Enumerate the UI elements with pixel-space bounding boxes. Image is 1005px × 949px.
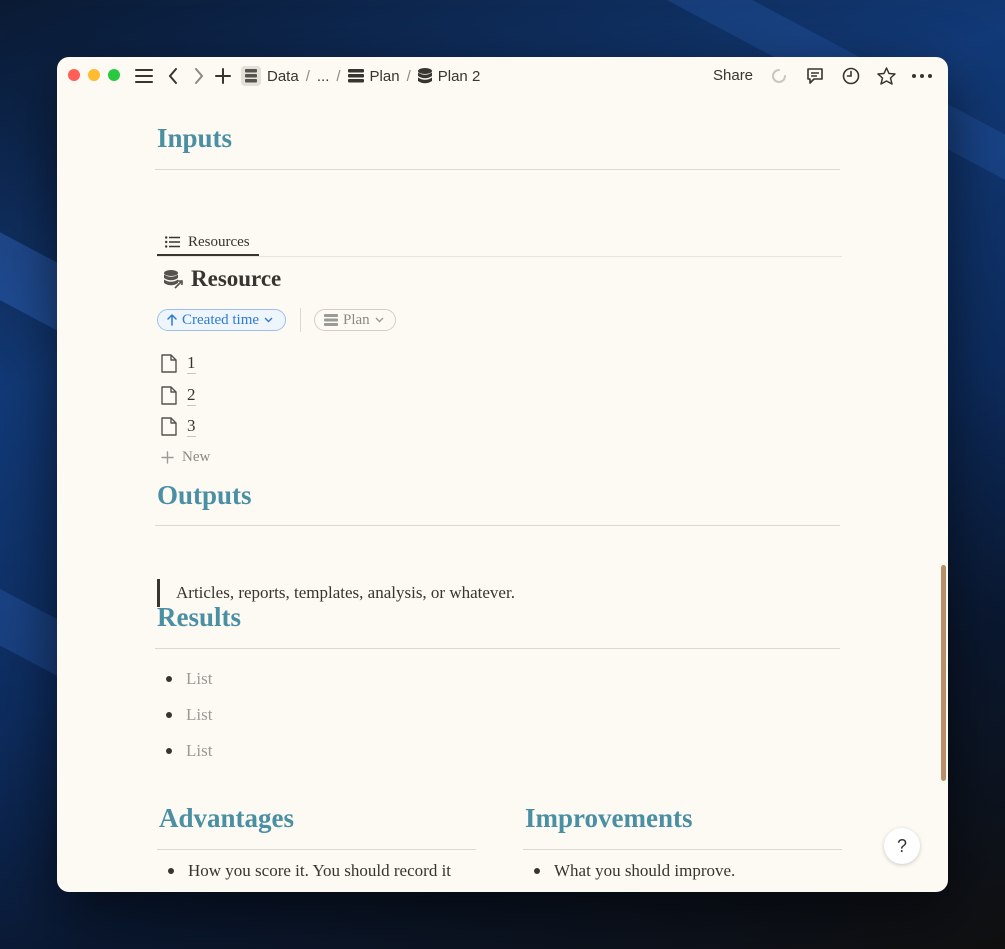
breadcrumb-ellipsis[interactable]: ... <box>317 68 330 85</box>
minimize-window-button[interactable] <box>88 69 100 81</box>
bulleted-list-item[interactable]: How you score it. You should record it <box>168 861 451 881</box>
database-title-label: Resource <box>191 266 282 291</box>
ellipsis-icon[interactable] <box>911 66 933 86</box>
chevron-left-icon[interactable] <box>165 66 181 86</box>
zoom-window-button[interactable] <box>108 69 120 81</box>
bullet-dot <box>168 868 174 874</box>
bulleted-list-item[interactable]: List <box>166 741 212 761</box>
bullet-dot <box>166 748 172 754</box>
chevron-down-icon <box>375 317 384 323</box>
divider <box>157 849 476 850</box>
list-item-title: 3 <box>187 416 196 437</box>
close-window-button[interactable] <box>68 69 80 81</box>
hamburger-icon[interactable] <box>134 66 154 86</box>
breadcrumb-data[interactable]: Data <box>241 66 299 86</box>
breadcrumb-plan[interactable]: Plan <box>347 67 400 85</box>
bullet-dot <box>166 712 172 718</box>
chevron-down-icon <box>264 317 273 323</box>
results-heading: Results <box>157 602 242 632</box>
title-bar: Data / ... / Plan / Plan 2 Share <box>57 57 948 95</box>
sort-chip-created-time[interactable]: Created time <box>157 309 286 331</box>
list-item-title: 1 <box>187 353 196 374</box>
divider <box>523 849 842 850</box>
notion-window: Data / ... / Plan / Plan 2 Share Inputs … <box>57 57 948 892</box>
bullet-text: List <box>186 741 213 760</box>
tab-resources[interactable]: Resources <box>157 227 258 257</box>
outputs-heading: Outputs <box>157 480 252 510</box>
table-database-icon <box>347 69 364 83</box>
divider <box>155 169 840 170</box>
page-content: Inputs Resources Resource Created time P… <box>57 95 948 892</box>
new-row-label: New <box>182 449 211 465</box>
breadcrumb: Data / ... / Plan / Plan 2 <box>241 66 480 86</box>
bullet-text: How you score it. You should record it <box>188 861 452 880</box>
document-icon <box>161 354 177 373</box>
advantages-heading: Advantages <box>159 803 295 833</box>
spinner-icon <box>770 66 788 86</box>
share-button[interactable]: Share <box>713 67 753 84</box>
breadcrumb-separator: / <box>336 67 341 85</box>
breadcrumb-separator: / <box>305 67 310 85</box>
breadcrumb-label: Plan <box>369 67 400 85</box>
tab-label: Resources <box>188 233 250 250</box>
database-icon <box>417 68 432 84</box>
plus-icon[interactable] <box>213 66 233 86</box>
breadcrumb-separator: / <box>406 67 411 85</box>
bulleted-list-item[interactable]: List <box>166 669 212 689</box>
divider <box>155 525 840 526</box>
breadcrumb-label: Data <box>267 67 299 85</box>
new-row-button[interactable]: New <box>161 449 210 466</box>
linked-database-icon <box>163 269 183 289</box>
divider <box>155 648 840 649</box>
chevron-right-icon[interactable] <box>191 66 207 86</box>
improvements-heading: Improvements <box>525 803 693 833</box>
table-database-icon <box>241 66 261 86</box>
divider <box>157 256 842 257</box>
table-database-icon <box>324 314 338 326</box>
star-icon[interactable] <box>876 66 896 86</box>
comment-icon[interactable] <box>805 66 825 86</box>
clock-icon[interactable] <box>841 66 861 86</box>
list-item[interactable]: 2 <box>161 385 196 406</box>
document-icon <box>161 417 177 436</box>
breadcrumb-plan-2[interactable]: Plan 2 <box>417 67 481 85</box>
list-item-title: 2 <box>187 385 196 406</box>
scrollbar-thumb[interactable] <box>941 565 946 781</box>
sort-chip-label: Created time <box>182 311 260 328</box>
chip-divider <box>300 308 301 332</box>
list-item[interactable]: 1 <box>161 353 196 374</box>
arrow-up-icon <box>167 314 177 326</box>
document-icon <box>161 386 177 405</box>
bullet-text: What you should improve. <box>554 861 736 880</box>
database-title[interactable]: Resource <box>163 266 281 292</box>
help-button[interactable]: ? <box>884 828 920 864</box>
bullet-dot <box>166 676 172 682</box>
bullet-dot <box>534 868 540 874</box>
bulleted-list-item[interactable]: What you should improve. <box>534 861 735 881</box>
bulleted-list-item[interactable]: List <box>166 705 212 725</box>
filter-chip-plan[interactable]: Plan <box>314 309 396 331</box>
inputs-heading: Inputs <box>157 123 233 153</box>
filter-chip-label: Plan <box>343 311 370 328</box>
bullet-text: List <box>186 705 213 724</box>
breadcrumb-label: Plan 2 <box>437 67 481 85</box>
list-item[interactable]: 3 <box>161 416 196 437</box>
list-icon <box>165 236 180 248</box>
plus-icon <box>161 451 174 464</box>
bullet-text: List <box>186 669 213 688</box>
